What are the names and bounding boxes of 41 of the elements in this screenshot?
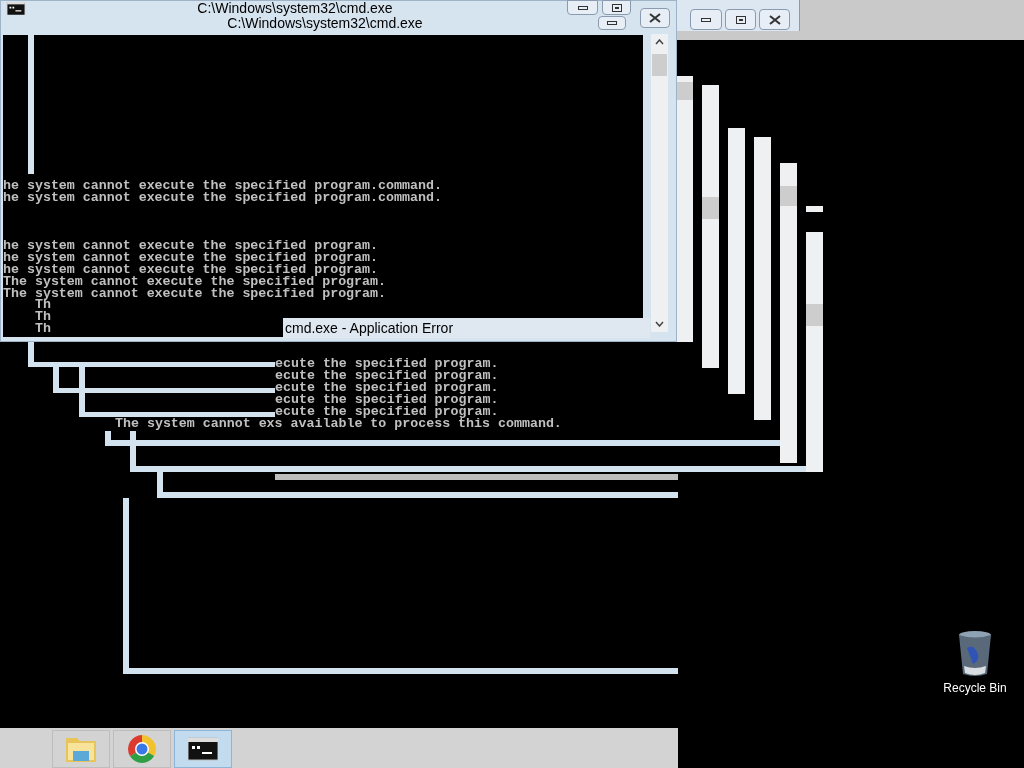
console-line: he system cannot execute the specified program.: [3, 264, 380, 276]
console-line: he system cannot execute the specified program.: [3, 252, 380, 264]
minimize-icon: [577, 5, 588, 10]
console-line: he system cannot execute the specified program.: [3, 240, 380, 252]
maximize-icon: [611, 3, 622, 12]
console-line: Th: [35, 311, 51, 323]
recycle-bin-icon[interactable]: [957, 630, 993, 678]
browser-icon: [127, 734, 157, 764]
console-line: The system cannot execute the specified program.: [3, 288, 386, 300]
console-line: he system cannot execute the specified program.command.: [3, 192, 442, 204]
console-icon: [188, 737, 218, 761]
dialog-title: cmd.exe - Application Error: [285, 320, 454, 336]
icon-label[interactable]: Recycle Bin: [943, 681, 1007, 695]
console-line: Th: [35, 299, 51, 311]
console-line: ecute the specified program.: [275, 394, 499, 406]
minimize-icon: [701, 17, 711, 22]
console-line: Th: [35, 323, 51, 335]
console-line: ecute the specified program.: [275, 370, 499, 382]
close-button[interactable]: [640, 8, 670, 28]
console-line: The system cannot execute the specified program.: [3, 276, 386, 288]
console-line: ecute the specified program.: [275, 382, 499, 394]
minimize-button[interactable]: [690, 9, 722, 30]
console-line: he system cannot execute the specified program.command.: [3, 180, 442, 192]
console-line: ecute the specified program.: [275, 358, 499, 370]
maximize-button[interactable]: [602, 0, 631, 15]
console-line: The system cannot exs available to process this command.: [115, 418, 562, 430]
close-button[interactable]: [759, 9, 790, 30]
minimize-icon: [607, 21, 617, 25]
scrollbar: [806, 206, 823, 212]
scrollbar-thumb[interactable]: [652, 54, 667, 76]
console-line: ecute the specified program.: [275, 406, 499, 418]
maximize-icon: [735, 15, 746, 24]
window-title: C:\Windows\system32\cmd.exe: [227, 15, 424, 31]
close-icon: [649, 13, 661, 23]
minimize-button[interactable]: [567, 0, 598, 15]
window-title: C:\Windows\system32\cmd.exe: [196, 0, 394, 16]
console-icon: [6, 2, 26, 15]
taskbar-button[interactable]: [174, 730, 232, 768]
minimize-button[interactable]: [598, 16, 626, 30]
maximize-button[interactable]: [725, 9, 756, 30]
close-icon: [768, 14, 781, 25]
